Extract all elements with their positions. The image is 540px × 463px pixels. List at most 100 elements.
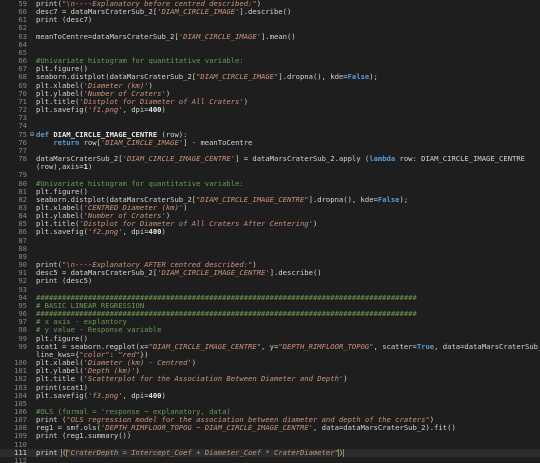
code-line[interactable]: 76 return row['DIAM_CIRCLE_IMAGE'] - mea… <box>0 139 540 147</box>
code-line[interactable]: 73 <box>0 114 540 122</box>
code-line[interactable]: 90 print("\n----Explanatory AFTER centred… <box>0 261 540 269</box>
code-token: 'f2.png' <box>87 228 123 237</box>
code-line[interactable]: 99 plt.figure() <box>0 335 540 343</box>
line-number: 79 <box>18 171 27 180</box>
code-line[interactable]: 70 plt.ylabel('Number of Craters') <box>0 90 540 98</box>
code-line[interactable]: 101 plt.ylabel('Depth (km)') <box>0 367 540 375</box>
code-token: "DIAM_CIRCLE_IMAGE" <box>196 73 279 82</box>
code-line[interactable]: 74 <box>0 122 540 130</box>
code-line[interactable]: 97 # x axis - explantory <box>0 318 540 326</box>
code-editor[interactable]: 59 print("\n----Explanatory before centre… <box>0 0 540 463</box>
line-number: 59 <box>18 0 27 8</box>
fold-toggle-icon[interactable]: ⊟ <box>28 131 36 139</box>
code-line[interactable]: 110 <box>0 441 540 449</box>
code-token: 'f3.png' <box>87 391 123 400</box>
code-line[interactable]: 82 seaborn.distplot(dataMarsCraterSub_2["… <box>0 196 540 204</box>
code-line[interactable]: 88 <box>0 245 540 253</box>
code-line[interactable]: (row),axis=1) <box>0 163 540 171</box>
code-line[interactable]: 96 ######################################… <box>0 310 540 318</box>
code-line[interactable]: 104 plt.savefig('f3.png', dpi=400) <box>0 392 540 400</box>
code-line[interactable]: 81 plt.figure() <box>0 188 540 196</box>
line-number: 83 <box>18 204 27 212</box>
code-line[interactable]: 63 meanToCentre=dataMarsCraterSub_2['DIAM… <box>0 33 540 41</box>
code-line[interactable]: 72 plt.savefig('f1.png', dpi=400) <box>0 106 540 114</box>
code-line[interactable]: 87 <box>0 237 540 245</box>
code-token: plt.ylabel( <box>36 89 84 98</box>
code-line[interactable]: 60 desc7 = dataMarsCraterSub_2['DIAM_CIRC… <box>0 8 540 16</box>
code-line[interactable]: 80 #Univariate histogram for quantitative… <box>0 180 540 188</box>
code-line[interactable]: 85 plt.title('Distplot for Diameter of Al… <box>0 220 540 228</box>
code-line[interactable]: 78 dataMarsCraterSub_2['DIAM_CIRCLE_IMAGE… <box>0 155 540 163</box>
code-token: , scatter= <box>373 342 417 351</box>
line-number: 65 <box>18 48 27 57</box>
code-token: ) <box>243 97 249 106</box>
code-line[interactable]: 111 print ("CraterDepth = Intercept_Coef … <box>0 448 540 457</box>
code-line[interactable]: 71 plt.title('Distplot for Diameter of Al… <box>0 98 540 106</box>
code-text: #Univariate histogram for quantitative v… <box>36 180 540 188</box>
code-token: "DIAM_CIRCLE_IMAGE_CENTRE" <box>196 195 309 204</box>
code-token: plt.savefig( <box>36 391 88 400</box>
code-line[interactable]: 108 reg1 = smf.ols('DEPTH_RIMFLOOR_TOPOG … <box>0 424 540 432</box>
code-token: 'DIAM_CIRCLE_IMAGE' <box>100 138 184 147</box>
code-line[interactable]: 92 print (desc5) <box>0 277 540 285</box>
code-token: DIAM_CIRCLE_IMAGE_CENTRE <box>53 130 158 139</box>
code-line[interactable]: 102 plt.title ('Scatterplot for the Assoc… <box>0 375 540 383</box>
line-number: 101 <box>14 367 27 376</box>
code-token: ); <box>369 73 378 82</box>
code-line[interactable]: 105 <box>0 400 540 408</box>
code-token: ] = dataMarsCraterSub_2.apply ( <box>235 155 370 164</box>
code-line[interactable]: 84 plt.ylabel('Number of Craters') <box>0 212 540 220</box>
code-line[interactable]: 61 print (desc7) <box>0 16 540 24</box>
code-token: ########################################… <box>36 310 417 319</box>
code-line[interactable]: 68 seaborn.distplot(dataMarsCraterSub_2["… <box>0 73 540 81</box>
code-line[interactable]: 83 plt.xlabel('CENTRED Diameter (km)') <box>0 204 540 212</box>
code-text: meanToCentre=dataMarsCraterSub_2['DIAM_C… <box>36 33 540 41</box>
code-text: print ("OLS regression model for the ass… <box>36 416 540 424</box>
code-line[interactable]: 79 <box>0 171 540 179</box>
code-line[interactable]: 94 ######################################… <box>0 294 540 302</box>
code-token: 400 <box>148 228 162 237</box>
code-token: 'DIAM_CIRCLE_IMAGE_CENTRE' <box>122 155 236 164</box>
line-number: 106 <box>14 408 27 416</box>
code-text: seaborn.distplot(dataMarsCraterSub_2["DI… <box>36 196 540 204</box>
code-line[interactable]: 106 #OLS (formal = 'response ~ explanator… <box>0 408 540 416</box>
code-line[interactable]: 103 print(scat1) <box>0 384 540 392</box>
code-line[interactable]: 107 print ("OLS regression model for the … <box>0 416 540 424</box>
code-line[interactable]: 75 ⊟ def DIAM_CIRCLE_IMAGE_CENTRE (row): <box>0 131 540 139</box>
code-line[interactable]: 95 # BASIC LINEAR REGRESSION <box>0 302 540 310</box>
code-token: desc5 = dataMarsCraterSub_2[ <box>36 269 158 278</box>
line-number: 70 <box>18 89 27 98</box>
line-number: 93 <box>18 285 27 294</box>
code-line[interactable]: 109 print (reg1.summary()) <box>0 432 540 440</box>
code-token: True <box>416 342 435 351</box>
code-line[interactable]: 77 <box>0 147 540 155</box>
code-line[interactable]: 62 <box>0 24 540 32</box>
code-token: ########################################… <box>36 293 417 302</box>
code-line[interactable]: line_kws={"color": "red"}) <box>0 351 540 359</box>
code-line[interactable]: 93 <box>0 286 540 294</box>
code-line[interactable]: 66 #Univariate histogram for quantitative… <box>0 57 540 65</box>
code-token: #Univariate histogram for quantitative v… <box>36 57 244 66</box>
code-token: plt.savefig( <box>36 228 88 237</box>
code-line[interactable]: 59 print("\n----Explanatory before centre… <box>0 0 540 8</box>
code-line[interactable]: 86 plt.savefig('f2.png', dpi=400) <box>0 228 540 236</box>
code-token: plt.xlabel( <box>36 359 84 368</box>
code-line[interactable]: 65 <box>0 49 540 57</box>
code-line[interactable]: 100 plt.xlabel('Diameter (km) - Centred') <box>0 359 540 367</box>
code-token: print(scat1) <box>36 383 88 392</box>
code-line[interactable]: 64 <box>0 41 540 49</box>
code-line[interactable]: 98 # y value - Response variable <box>0 326 540 334</box>
code-token: ) <box>191 359 197 368</box>
code-line[interactable]: 67 plt.figure() <box>0 65 540 73</box>
code-line[interactable]: 91 desc5 = dataMarsCraterSub_2['DIAM_CIRC… <box>0 269 540 277</box>
code-token: seaborn.distplot(dataMarsCraterSub_2[ <box>36 195 197 204</box>
code-text: plt.title ('Scatterplot for the Associat… <box>36 375 540 383</box>
code-token: 'Depth (km)' <box>83 367 136 376</box>
code-line[interactable]: 112 <box>0 457 540 463</box>
code-line[interactable]: 69 plt.xlabel('Diameter (km)') <box>0 82 540 90</box>
code-token: , dpi= <box>122 106 149 115</box>
line-number: 69 <box>18 81 27 90</box>
code-line[interactable]: 99 scat1 = seaborn.regplot(x="DIAM_CIRCLE… <box>0 343 540 351</box>
code-line[interactable]: 89 <box>0 253 540 261</box>
code-token: ) <box>312 220 318 229</box>
